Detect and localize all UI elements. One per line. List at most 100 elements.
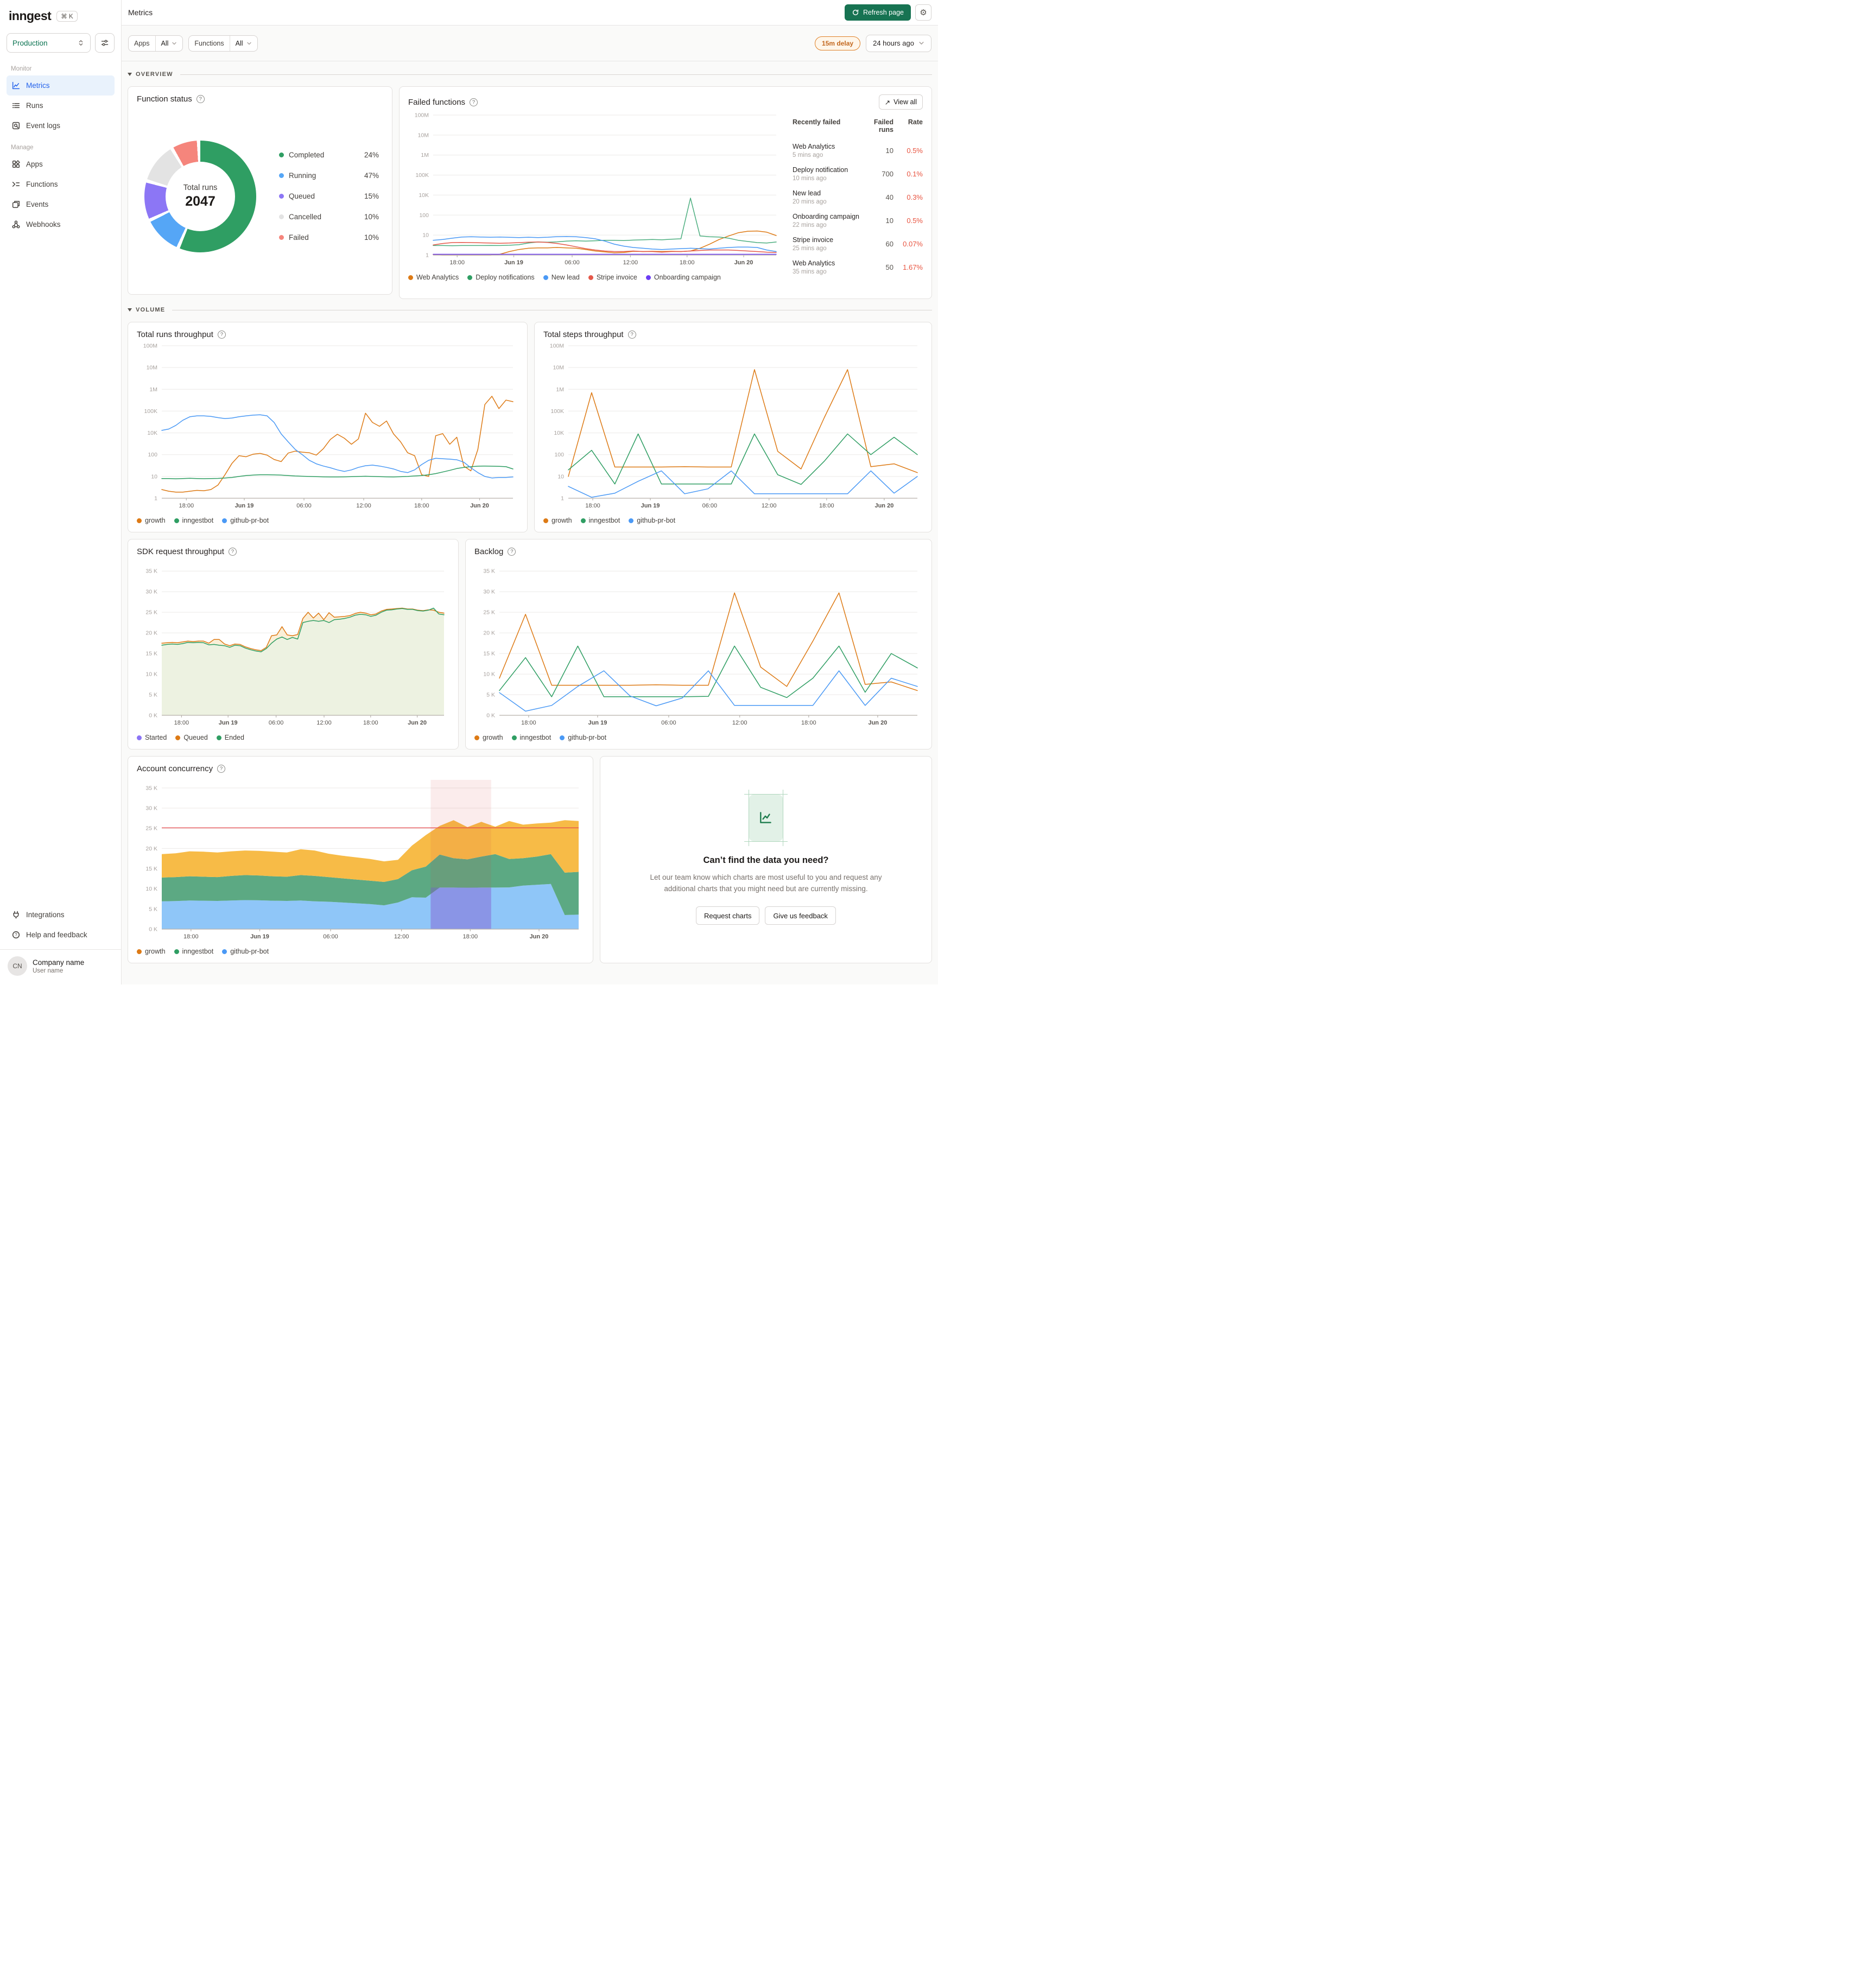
settings-button[interactable]: ⚙ <box>915 4 931 21</box>
account-row[interactable]: CN Company name User name <box>0 949 121 984</box>
inngest-logo: inngest <box>9 9 52 23</box>
legend-item[interactable]: inngestbot <box>174 517 213 524</box>
overview-section-header[interactable]: OVERVIEW <box>128 71 932 78</box>
legend-item[interactable]: New lead <box>543 274 580 281</box>
sidebar-item-apps[interactable]: Apps <box>7 154 115 174</box>
legend-item[interactable]: github-pr-bot <box>629 517 675 524</box>
donut-legend-row: Running 47% <box>279 166 379 186</box>
help-icon[interactable]: ? <box>217 765 226 773</box>
volume-section-header[interactable]: VOLUME <box>128 307 932 313</box>
account-concurrency-card: Account concurrency ? 0 K 5 K 10 K 15 K 20 K… <box>128 756 593 963</box>
sidebar-item-metrics[interactable]: Metrics <box>7 75 115 96</box>
table-row[interactable]: Onboarding campaign 22 mins ago 10 0.5% <box>793 209 923 232</box>
sidebar-nav: Monitor Metrics Runs Event logs Manage Apps Fu… <box>7 57 115 905</box>
legend-item[interactable]: growth <box>543 517 572 524</box>
logo-row: inngest ⌘ K <box>7 8 115 24</box>
legend-item[interactable]: github-pr-bot <box>222 948 269 955</box>
help-icon[interactable]: ? <box>470 98 478 106</box>
card-title: SDK request throughput <box>137 547 224 556</box>
time-range-selector[interactable]: 24 hours ago <box>866 34 931 52</box>
help-icon[interactable]: ? <box>508 548 516 556</box>
svg-text:5 K: 5 K <box>149 906 157 912</box>
legend-item[interactable]: growth <box>137 948 166 955</box>
sidebar-item-events[interactable]: Events <box>7 194 115 214</box>
chevron-down-icon <box>246 42 251 45</box>
table-row[interactable]: Web Analytics 5 mins ago 10 0.5% <box>793 139 923 162</box>
svg-text:100M: 100M <box>550 343 564 350</box>
total-steps-chart: 1 10 100 10K 100K 1M 10M 100M 18:00 Jun 19 06:00 12… <box>543 341 923 512</box>
legend-item[interactable]: github-pr-bot <box>222 517 269 524</box>
arrow-up-right-icon: ↗ <box>884 98 891 106</box>
updown-chevron-icon <box>79 40 83 46</box>
sidebar-item-help-and-feedback[interactable]: ? Help and feedback <box>7 925 115 945</box>
sidebar-item-integrations[interactable]: Integrations <box>7 905 115 925</box>
gear-icon: ⚙ <box>920 8 927 17</box>
help-icon[interactable]: ? <box>196 95 205 103</box>
svg-text:18:00: 18:00 <box>680 259 695 266</box>
svg-text:10K: 10K <box>147 430 157 436</box>
legend-item[interactable]: Onboarding campaign <box>645 274 721 281</box>
nav-section-label: Monitor <box>11 66 32 72</box>
legend-item[interactable]: growth <box>137 517 166 524</box>
failed-functions-chart: 1 10 100 10K 100K 1M 10M 100M 18:00 Jun 19 06:00 12… <box>408 111 782 269</box>
apps-filter[interactable]: Apps All <box>128 35 183 52</box>
sidebar-item-webhooks[interactable]: Webhooks <box>7 214 115 234</box>
svg-text:10M: 10M <box>553 365 564 371</box>
function-status-donut: Total runs 2047 <box>144 140 256 252</box>
environment-selector[interactable]: Production <box>7 33 91 53</box>
metrics-icon <box>12 81 20 90</box>
sidebar-item-runs[interactable]: Runs <box>7 96 115 116</box>
help-icon[interactable]: ? <box>228 548 237 556</box>
sdk-request-chart: 0 K 5 K 10 K 15 K 20 K 25 K 30 K 35 K 18:00 Jun 1… <box>137 558 449 729</box>
legend-item[interactable]: inngestbot <box>580 517 620 524</box>
sidebar-item-functions[interactable]: Functions <box>7 174 115 194</box>
recently-failed-table: Recently failed Failed runs Rate Web Ana… <box>793 111 923 291</box>
legend-item[interactable]: github-pr-bot <box>560 734 606 741</box>
svg-text:0 K: 0 K <box>486 713 495 719</box>
functions-filter[interactable]: Functions All <box>188 35 258 52</box>
svg-text:35 K: 35 K <box>145 568 157 575</box>
legend-item[interactable]: Web Analytics <box>408 274 459 281</box>
table-row[interactable]: Web Analytics 35 mins ago 50 1.67% <box>793 256 923 279</box>
sidebar-item-event-logs[interactable]: Event logs <box>7 116 115 136</box>
card-title: Account concurrency <box>137 764 213 773</box>
card-title: Backlog <box>474 547 504 556</box>
event-logs-icon <box>12 122 20 130</box>
legend-item[interactable]: Stripe invoice <box>588 274 637 281</box>
table-row[interactable]: Stripe invoice 25 mins ago 60 0.07% <box>793 232 923 256</box>
legend-item[interactable]: Ended <box>216 734 244 741</box>
svg-text:35 K: 35 K <box>145 785 157 791</box>
give-feedback-button[interactable]: Give us feedback <box>765 906 836 925</box>
svg-text:10: 10 <box>557 473 564 480</box>
table-row[interactable]: New lead 20 mins ago 40 0.3% <box>793 186 923 209</box>
card-title: Total steps throughput <box>543 330 624 339</box>
functions-filter-value[interactable]: All <box>229 35 257 51</box>
view-all-button[interactable]: ↗ View all <box>878 94 923 110</box>
svg-text:100: 100 <box>554 452 564 458</box>
command-k-shortcut[interactable]: ⌘ K <box>56 10 78 22</box>
svg-text:12:00: 12:00 <box>732 720 747 726</box>
legend-item[interactable]: Started <box>137 734 167 741</box>
table-row[interactable]: Deploy notification 10 mins ago 700 0.1% <box>793 162 923 186</box>
legend-item[interactable]: Queued <box>175 734 208 741</box>
svg-text:5 K: 5 K <box>149 692 157 698</box>
legend-item[interactable]: Deploy notifications <box>467 274 535 281</box>
environment-value: Production <box>12 39 48 47</box>
apps-filter-value[interactable]: All <box>155 35 183 51</box>
svg-text:12:00: 12:00 <box>623 259 638 266</box>
legend-item[interactable]: inngestbot <box>174 948 213 955</box>
help-icon[interactable]: ? <box>217 331 226 339</box>
environment-filter-button[interactable] <box>95 33 115 53</box>
request-charts-button[interactable]: Request charts <box>696 906 760 925</box>
legend-item[interactable]: inngestbot <box>511 734 551 741</box>
svg-text:100: 100 <box>148 452 157 458</box>
svg-text:15 K: 15 K <box>145 866 157 872</box>
legend-item[interactable]: growth <box>474 734 503 741</box>
svg-text:18:00: 18:00 <box>819 503 834 509</box>
help-icon[interactable]: ? <box>628 331 636 339</box>
svg-text:5 K: 5 K <box>486 692 495 698</box>
card-title: Function status <box>137 94 192 104</box>
svg-text:06:00: 06:00 <box>269 720 284 726</box>
request-card-body: Let our team know which charts are most … <box>650 873 882 893</box>
refresh-page-button[interactable]: Refresh page <box>844 4 911 21</box>
